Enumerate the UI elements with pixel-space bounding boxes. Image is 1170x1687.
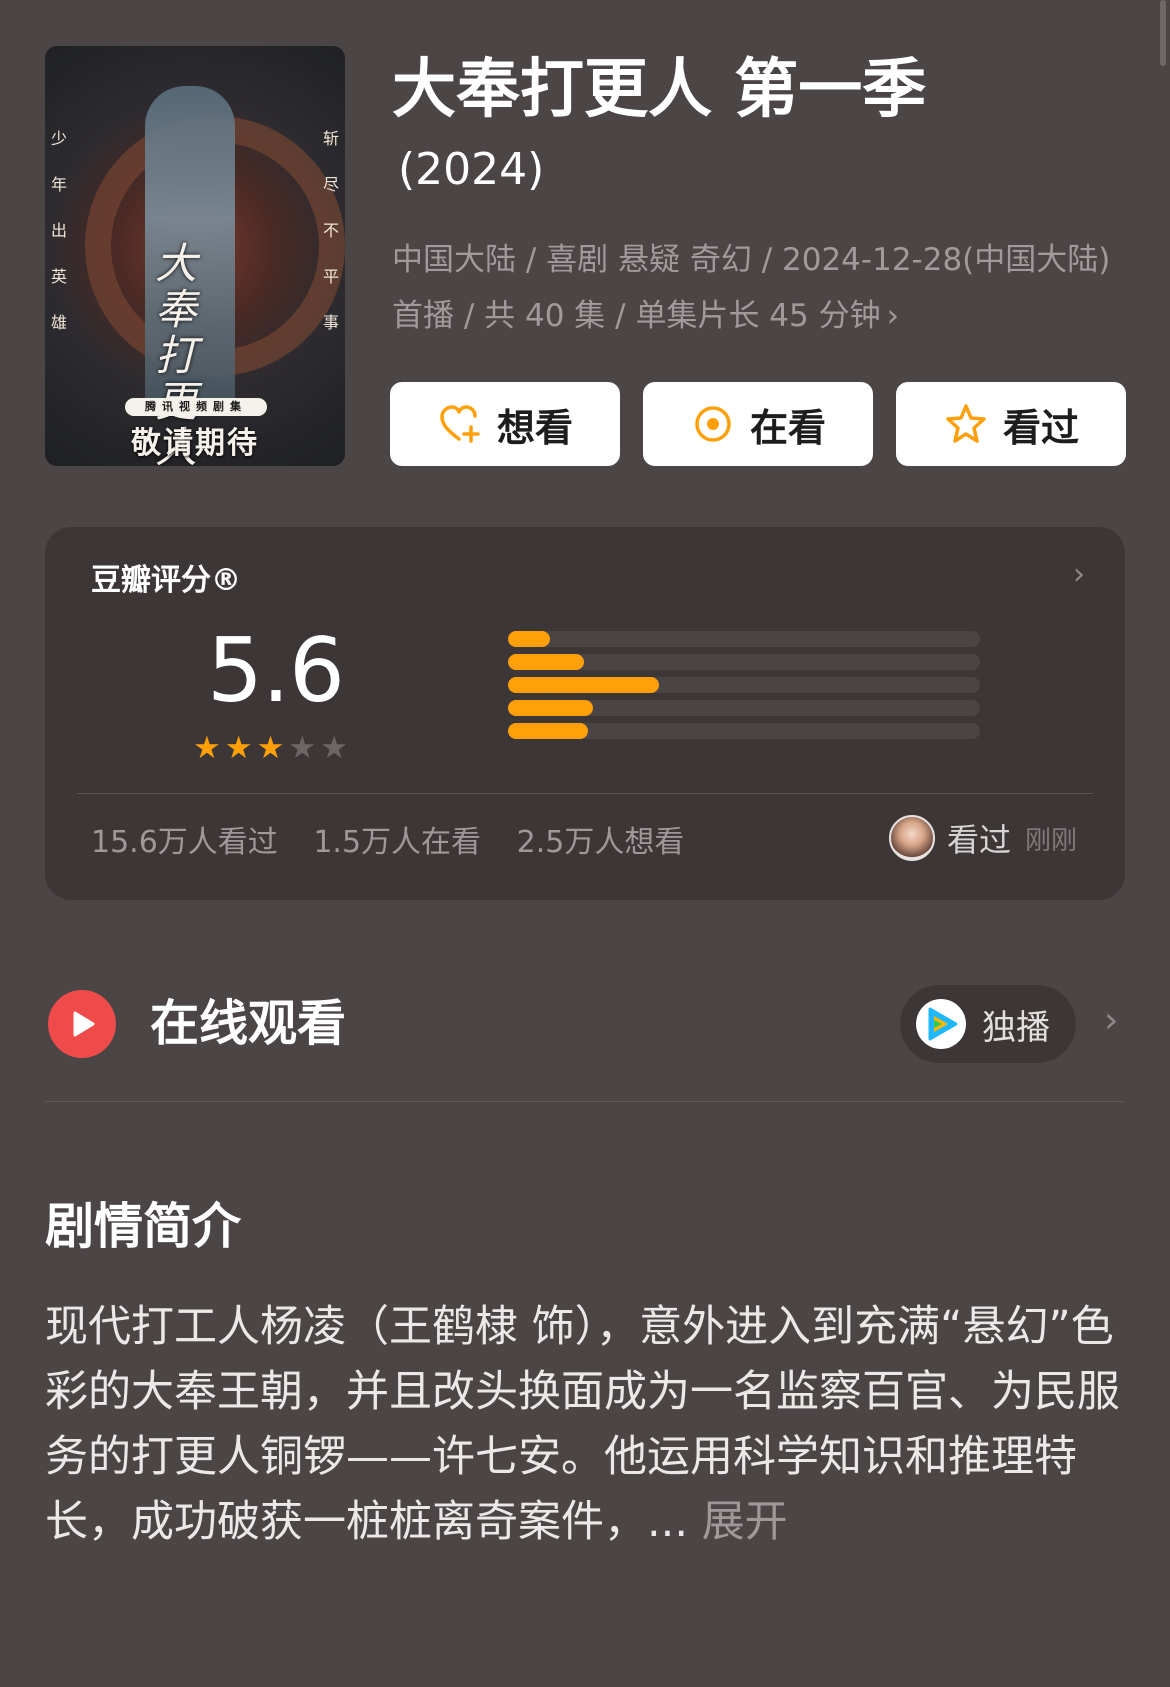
star-outline-icon bbox=[946, 404, 986, 443]
distribution-row: ★★★ bbox=[385, 673, 985, 697]
distribution-row: ★★★★★ bbox=[385, 627, 985, 651]
distribution-bar bbox=[508, 631, 550, 647]
watching-count: 1.5万人在看 bbox=[313, 825, 482, 860]
watched-count: 15.6万人看过 bbox=[91, 825, 278, 860]
scrollbar[interactable] bbox=[1160, 0, 1166, 66]
distribution-track bbox=[508, 723, 980, 739]
poster-image[interactable]: 少年出英雄 斩尽不平事 大奉打更人 腾讯视频剧集 敬请期待 bbox=[45, 46, 345, 466]
watched-label: 看过 bbox=[1002, 405, 1079, 450]
distribution-track bbox=[508, 631, 980, 647]
star-filled-icon: ★ bbox=[193, 730, 221, 766]
distribution-row: ★★★★ bbox=[385, 650, 985, 674]
distribution-bar bbox=[508, 723, 588, 739]
meta-info[interactable]: 中国大陆 / 喜剧 悬疑 奇幻 / 2024-12-28(中国大陆) 首播 / … bbox=[392, 232, 1127, 344]
distribution-track bbox=[508, 700, 980, 716]
chevron-right-icon: › bbox=[1073, 557, 1085, 592]
target-icon bbox=[695, 406, 731, 442]
distribution-bar bbox=[508, 654, 584, 670]
star-filled-icon: ★ bbox=[224, 730, 253, 766]
watch-stats: 15.6万人看过 1.5万人在看 2.5万人想看 bbox=[91, 817, 710, 861]
rating-distribution: ★★★★★★★★★★★★★★★ bbox=[385, 627, 985, 757]
distribution-track bbox=[508, 654, 980, 670]
heart-plus-icon bbox=[440, 405, 480, 443]
online-watch-title[interactable]: 在线观看 bbox=[150, 993, 346, 1055]
exclusive-platform-button[interactable]: 独播 bbox=[900, 985, 1076, 1063]
chevron-right-icon: › bbox=[886, 298, 900, 334]
rating-score: 5.6 bbox=[207, 619, 345, 722]
action-buttons: 想看 在看 看过 bbox=[390, 382, 1126, 466]
recent-activity-time: 刚刚 bbox=[1024, 825, 1077, 856]
distribution-bar bbox=[508, 677, 659, 693]
synopsis-text: 现代打工人杨凌（王鹤棣 饰），意外进入到充满“悬幻”色彩的大奉王朝，并且改头换面… bbox=[45, 1295, 1125, 1555]
recent-activity[interactable]: 看过 刚刚 bbox=[888, 815, 1077, 861]
exclusive-label: 独播 bbox=[982, 1007, 1050, 1048]
chevron-right-icon[interactable]: › bbox=[1104, 1000, 1118, 1041]
rating-label: 豆瓣评分® bbox=[91, 563, 241, 598]
expand-link[interactable]: 展开 bbox=[702, 1497, 788, 1547]
rating-card[interactable]: 豆瓣评分® › 5.6 ★★★★★ ★★★★★★★★★★★★★★★ 15.6万人… bbox=[45, 527, 1125, 900]
want-count: 2.5万人想看 bbox=[516, 825, 685, 860]
watched-button[interactable]: 看过 bbox=[896, 382, 1126, 466]
release-year: (2024) bbox=[398, 144, 545, 195]
synopsis-ellipsis: ... bbox=[647, 1497, 702, 1547]
meta-text: 中国大陆 / 喜剧 悬疑 奇幻 / 2024-12-28(中国大陆) 首播 / … bbox=[392, 242, 1111, 334]
divider bbox=[45, 1101, 1125, 1102]
distribution-track bbox=[508, 677, 980, 693]
want-to-watch-button[interactable]: 想看 bbox=[390, 382, 620, 466]
poster-coming-soon: 敬请期待 bbox=[131, 426, 259, 461]
poster-tag: 腾讯视频剧集 bbox=[125, 398, 267, 416]
star-empty-icon: ★ bbox=[288, 730, 317, 766]
synopsis-body: 现代打工人杨凌（王鹤棣 饰），意外进入到充满“悬幻”色彩的大奉王朝，并且改头换面… bbox=[45, 1302, 1120, 1547]
watching-label: 在看 bbox=[749, 405, 826, 450]
page-title: 大奉打更人 第一季 bbox=[392, 53, 927, 127]
star-filled-icon: ★ bbox=[256, 730, 285, 766]
rating-stars: ★ ★ ★ ★ ★ bbox=[193, 730, 348, 766]
distribution-bar bbox=[508, 700, 593, 716]
star-empty-icon: ★ bbox=[320, 730, 348, 766]
watching-button[interactable]: 在看 bbox=[643, 382, 873, 466]
want-to-watch-label: 想看 bbox=[496, 405, 573, 450]
tencent-video-icon bbox=[916, 999, 966, 1049]
play-triangle-icon bbox=[73, 1011, 95, 1037]
play-icon[interactable] bbox=[48, 990, 116, 1058]
recent-activity-label: 看过 bbox=[946, 821, 1011, 859]
avatar bbox=[888, 815, 935, 861]
synopsis-title: 剧情简介 bbox=[45, 1198, 242, 1255]
divider bbox=[77, 793, 1093, 794]
distribution-row: ★★ bbox=[385, 696, 985, 720]
poster-right-slogan: 斩尽不平事 bbox=[322, 129, 339, 332]
distribution-row: ★ bbox=[385, 719, 985, 743]
poster-left-slogan: 少年出英雄 bbox=[50, 129, 67, 332]
